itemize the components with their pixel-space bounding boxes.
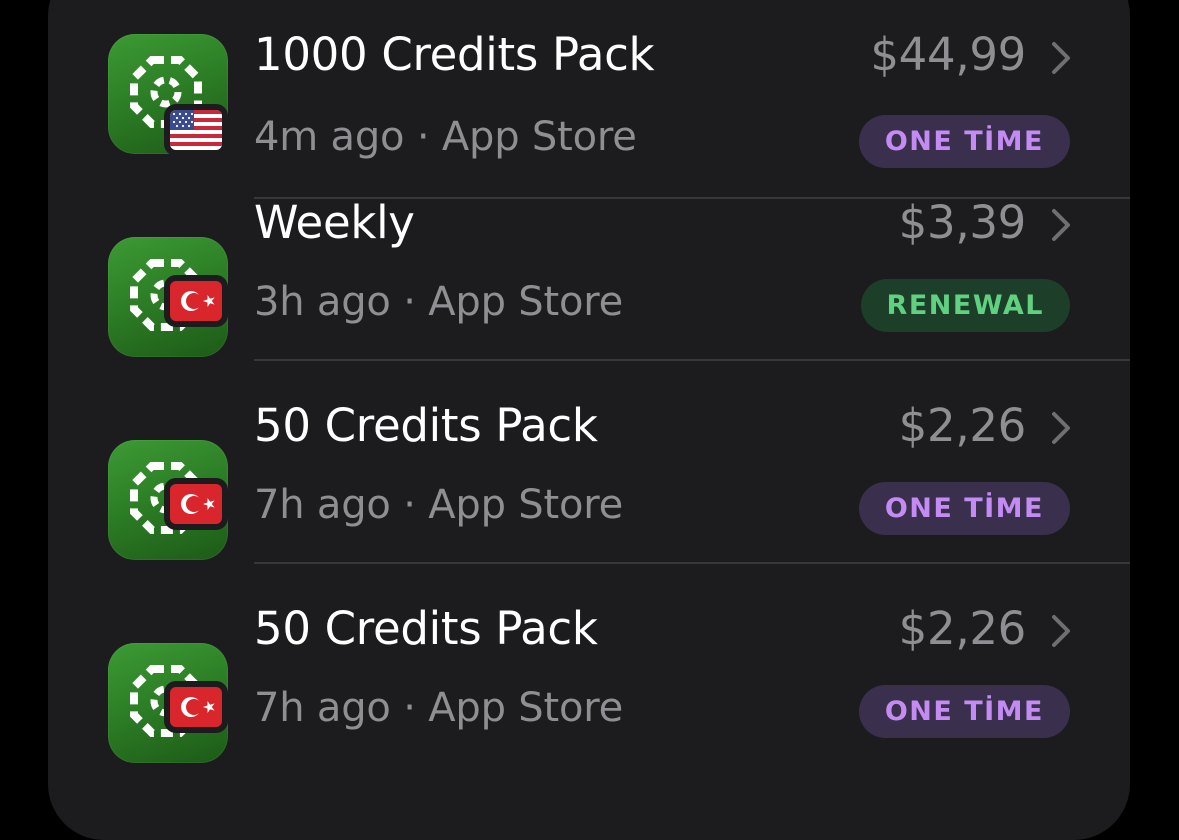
product-title: 1000 Credits Pack: [254, 28, 655, 81]
turkey-flag-icon: [164, 681, 228, 733]
transaction-time: 4m ago: [254, 114, 405, 160]
meta-separator: ·: [390, 279, 429, 325]
meta-separator: ·: [390, 685, 429, 731]
transaction-store: App Store: [428, 685, 624, 731]
price: $44,99: [870, 28, 1026, 81]
transaction-meta: 4m ago · App Store: [254, 114, 637, 160]
us-flag-icon: [164, 104, 228, 156]
transaction-meta: 3h ago · App Store: [254, 279, 623, 325]
row-divider: [254, 562, 1130, 564]
transaction-store: App Store: [428, 279, 624, 325]
turkey-flag-icon: [164, 478, 228, 530]
price: $2,26: [898, 602, 1027, 655]
chevron-right-icon: [1052, 209, 1070, 241]
transaction-row[interactable]: 50 Credits Pack 7h ago · App Store $2,26…: [48, 399, 1130, 609]
purchase-type-badge: RENEWAL: [860, 279, 1070, 332]
chevron-right-icon: [1052, 412, 1070, 444]
transaction-time: 3h ago: [254, 279, 391, 325]
product-title: 50 Credits Pack: [254, 399, 598, 452]
transaction-row[interactable]: 1000 Credits Pack 4m ago · App Store $44…: [48, 0, 1130, 203]
transaction-meta: 7h ago · App Store: [254, 685, 623, 731]
purchase-type-badge: ONE TİME: [858, 685, 1070, 738]
price: $3,39: [898, 196, 1027, 249]
chevron-right-icon: [1052, 615, 1070, 647]
transaction-time: 7h ago: [254, 685, 391, 731]
meta-separator: ·: [390, 482, 429, 528]
meta-separator: ·: [404, 114, 442, 160]
turkey-flag-icon: [164, 275, 228, 327]
transaction-row[interactable]: 50 Credits Pack 7h ago · App Store $2,26…: [48, 602, 1130, 812]
purchase-type-badge: ONE TİME: [858, 482, 1070, 535]
transaction-time: 7h ago: [254, 482, 391, 528]
chevron-right-icon: [1052, 42, 1070, 74]
row-divider: [254, 359, 1130, 361]
transaction-store: App Store: [428, 482, 624, 528]
transaction-meta: 7h ago · App Store: [254, 482, 623, 528]
purchase-type-badge: ONE TİME: [858, 115, 1070, 168]
product-title: Weekly: [254, 196, 415, 249]
price: $2,26: [898, 399, 1027, 452]
transactions-card: 1000 Credits Pack 4m ago · App Store $44…: [48, 0, 1130, 840]
product-title: 50 Credits Pack: [254, 602, 598, 655]
transaction-store: App Store: [441, 114, 637, 160]
transaction-row[interactable]: Weekly 3h ago · App Store $3,39 RENEWAL: [48, 196, 1130, 406]
